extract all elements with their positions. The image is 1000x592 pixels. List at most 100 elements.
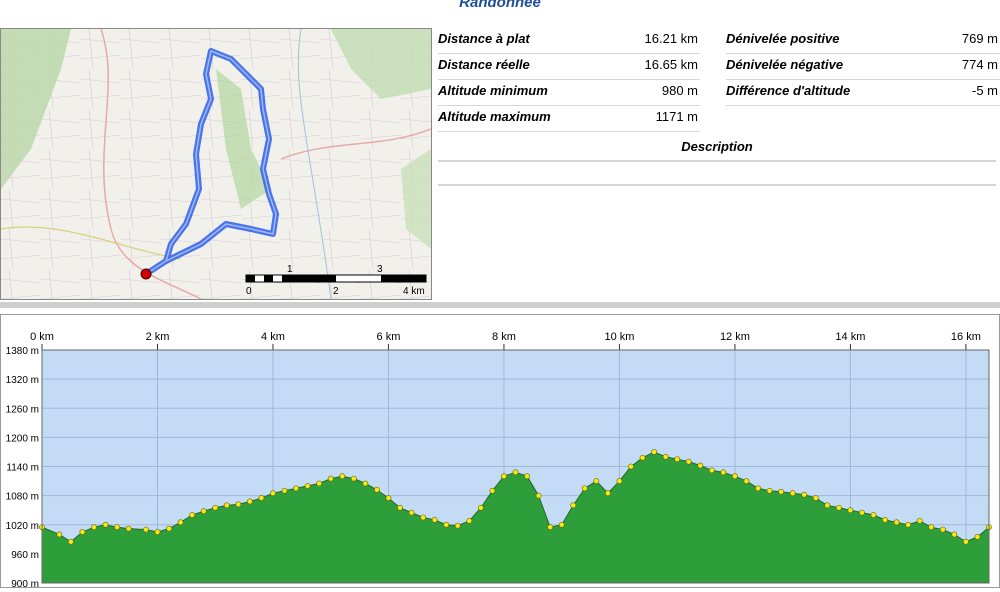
elevation-point xyxy=(835,504,842,511)
stat-row-distance-reelle: Distance réelle 16.65 km xyxy=(438,54,700,80)
elevation-point xyxy=(327,475,334,482)
y-tick-label: 1260 m xyxy=(6,404,39,415)
y-tick-label: 1080 m xyxy=(6,492,39,503)
elevation-point xyxy=(477,504,484,511)
elevation-point xyxy=(143,526,149,533)
elevation-point xyxy=(212,504,219,511)
scale-label-3: 3 xyxy=(377,264,383,275)
y-axis-ticks: 1380 m 1320 m 1260 m 1200 m 1140 m 1080 m 1020… xyxy=(6,346,39,590)
y-tick-label: 1320 m xyxy=(6,375,39,386)
elevation-point xyxy=(374,486,380,493)
x-tick-label: 6 km xyxy=(377,331,401,343)
elevation-point xyxy=(604,490,611,497)
stat-label: Dénivelée négative xyxy=(726,57,844,72)
elevation-point xyxy=(812,495,819,501)
elevation-point xyxy=(235,501,242,508)
elevation-point xyxy=(651,449,657,455)
stat-row-altitude-minimum: Altitude minimum 980 m xyxy=(438,80,700,106)
elevation-point xyxy=(166,525,172,532)
elevation-point xyxy=(951,531,958,538)
elevation-point xyxy=(223,502,230,509)
elevation-point xyxy=(674,456,681,463)
elevation-point xyxy=(281,487,288,494)
x-tick-label: 2 km xyxy=(146,331,170,343)
stat-label: Distance réelle xyxy=(438,57,530,72)
x-tick-label: 0 km xyxy=(30,331,54,343)
stat-label: Altitude minimum xyxy=(438,83,548,98)
elevation-point xyxy=(524,473,530,480)
elevation-point xyxy=(177,519,184,526)
stat-value: 769 m xyxy=(961,31,998,46)
elevation-point xyxy=(558,521,565,528)
elevation-point xyxy=(125,525,132,532)
stat-row-denivelee-negative: Dénivelée négative 774 m xyxy=(726,54,1000,80)
elevation-point xyxy=(766,487,773,494)
elevation-point xyxy=(258,495,265,501)
y-tick-label: 900 m xyxy=(11,579,39,587)
elevation-point xyxy=(628,463,634,470)
elevation-point xyxy=(720,469,727,476)
elevation-point xyxy=(362,480,369,487)
elevation-point xyxy=(385,495,392,501)
elevation-point xyxy=(350,475,357,482)
elevation-point xyxy=(246,498,253,505)
elevation-point xyxy=(67,538,74,545)
scale-label-2: 2 xyxy=(333,286,339,297)
route-map[interactable]: 1 3 0 2 4 km xyxy=(0,28,432,300)
stat-value: 1171 m xyxy=(655,109,698,124)
stat-label: Altitude maximum xyxy=(438,109,551,124)
elevation-point xyxy=(339,473,346,480)
elevation-point xyxy=(928,524,935,531)
elevation-point xyxy=(859,509,865,516)
stat-value: -5 m xyxy=(972,83,998,98)
elevation-point xyxy=(685,458,692,465)
page-title: Randonnée xyxy=(459,0,541,11)
elevation-point xyxy=(593,478,600,484)
stat-row-altitude-maximum: Altitude maximum 1171 m xyxy=(438,106,700,132)
elevation-point xyxy=(616,478,623,484)
elevation-point xyxy=(916,517,923,524)
elevation-point xyxy=(56,531,63,538)
y-tick-label: 1200 m xyxy=(6,433,39,444)
elevation-point xyxy=(466,517,473,524)
start-marker-icon[interactable] xyxy=(140,268,152,280)
elevation-point xyxy=(905,521,912,528)
elevation-profile-panel[interactable]: 0 km 2 km 4 km 6 km 8 km 10 km 12 km 14 km 16 km… xyxy=(0,314,1000,590)
elevation-point xyxy=(431,516,438,523)
elevation-point xyxy=(420,514,427,521)
elevation-profile-chart: 0 km 2 km 4 km 6 km 8 km 10 km 12 km 14 km 16 km… xyxy=(6,331,992,590)
elevation-point xyxy=(570,502,577,509)
elevation-point xyxy=(489,487,496,494)
elevation-point xyxy=(882,516,888,523)
elevation-point xyxy=(639,454,646,461)
elevation-point xyxy=(270,490,276,497)
elevation-point xyxy=(79,529,86,535)
elevation-point xyxy=(102,521,109,528)
elevation-point xyxy=(304,483,311,489)
stat-value: 980 m xyxy=(661,83,698,98)
elevation-point xyxy=(547,524,554,531)
elevation-point xyxy=(801,491,808,498)
x-tick-label: 16 km xyxy=(951,331,981,343)
elevation-point xyxy=(408,509,415,516)
y-tick-label: 1140 m xyxy=(6,463,39,474)
elevation-point xyxy=(397,504,403,511)
elevation-point xyxy=(847,507,854,514)
y-tick-label: 1020 m xyxy=(6,521,39,532)
elevation-point xyxy=(743,478,750,484)
elevation-point xyxy=(893,519,900,526)
stat-row-denivelee-positive: Dénivelée positive 769 m xyxy=(726,28,1000,54)
elevation-point xyxy=(732,473,738,480)
elevation-point xyxy=(824,502,831,509)
elevation-point xyxy=(293,485,299,492)
map-canvas: 1 3 0 2 4 km xyxy=(1,29,431,299)
elevation-point xyxy=(778,488,785,495)
elevation-point xyxy=(708,467,715,474)
section-divider xyxy=(0,302,1000,308)
y-tick-label: 960 m xyxy=(11,550,39,561)
elevation-point xyxy=(454,522,461,529)
elevation-point xyxy=(535,492,542,499)
elevation-point xyxy=(939,526,946,533)
x-axis-ticks: 0 km 2 km 4 km 6 km 8 km 10 km 12 km 14 km 16 km xyxy=(30,331,981,350)
elevation-point xyxy=(755,485,761,492)
